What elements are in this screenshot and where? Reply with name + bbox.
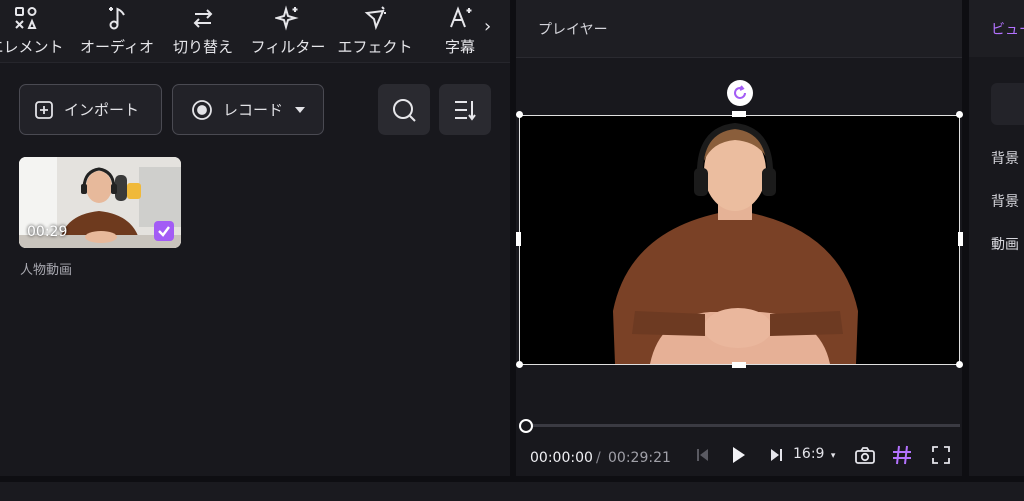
prev-frame-icon[interactable]: [696, 444, 710, 466]
resize-handle[interactable]: [516, 232, 521, 246]
caret-down-icon: ▾: [830, 451, 836, 461]
filter-icon: [243, 5, 333, 31]
tab-transition[interactable]: 切り替え: [164, 0, 242, 62]
playback-timeline[interactable]: [524, 424, 960, 427]
media-toolbar: エレメント オーディオ 切り替え フィルター: [0, 0, 510, 63]
checkmark-icon[interactable]: [154, 221, 174, 241]
import-button[interactable]: インポート: [19, 84, 162, 135]
resize-handle[interactable]: [956, 361, 963, 368]
grid-icon[interactable]: [891, 444, 913, 466]
person-video-frame: [520, 116, 959, 364]
resize-handle[interactable]: [958, 232, 963, 246]
next-frame-icon[interactable]: [769, 444, 783, 466]
player-panel: プレイヤー 00:00:00 / 00:29:21 16:9 ▾: [516, 0, 963, 476]
record-label: レコード: [223, 101, 284, 119]
tab-text[interactable]: 字幕: [434, 0, 486, 62]
total-time: 00:29:21: [608, 450, 671, 466]
audio-icon: [72, 5, 162, 31]
tab-text-label: 字幕: [444, 38, 475, 56]
media-clip-thumbnail[interactable]: 00:29: [19, 157, 181, 248]
properties-header: ビュー: [969, 0, 1024, 57]
resize-handle[interactable]: [732, 362, 746, 368]
clip-duration: 00:29: [27, 224, 68, 240]
camera-icon[interactable]: [854, 444, 876, 466]
chevron-right-icon[interactable]: ›: [484, 16, 491, 37]
sort-icon: [452, 98, 478, 122]
playhead[interactable]: [519, 419, 533, 433]
current-time: 00:00:00: [530, 450, 593, 466]
tab-filter[interactable]: フィルター: [243, 0, 333, 62]
properties-panel: ビュー 背景 背景 動画: [969, 0, 1024, 476]
aspect-ratio-select[interactable]: 16:9 ▾: [793, 446, 835, 462]
property-label: 背景: [991, 194, 1019, 210]
text-icon: [434, 5, 486, 31]
resize-handle[interactable]: [956, 111, 963, 118]
tab-transition-label: 切り替え: [172, 38, 233, 56]
search-icon: [391, 97, 417, 123]
transition-icon: [164, 5, 242, 31]
record-button[interactable]: レコード: [172, 84, 324, 135]
clip-name: 人物動画: [20, 263, 73, 278]
preview-canvas[interactable]: [519, 115, 960, 365]
import-label: インポート: [64, 101, 140, 119]
rotate-icon: [732, 85, 748, 101]
search-button[interactable]: [378, 84, 430, 135]
elements-icon: [0, 5, 72, 31]
properties-box[interactable]: [991, 83, 1024, 125]
property-label: 動画: [991, 237, 1019, 253]
tab-view[interactable]: ビュー: [991, 19, 1024, 39]
record-icon: [191, 99, 213, 121]
tab-effect-label: エフェクト: [337, 38, 413, 56]
tab-elements-label: エレメント: [0, 38, 64, 56]
resize-handle[interactable]: [516, 361, 523, 368]
player-title: プレイヤー: [538, 22, 608, 38]
tab-effect[interactable]: エフェクト: [332, 0, 418, 62]
caret-down-icon: [295, 106, 306, 113]
timeline-toolbar: [0, 482, 1024, 501]
player-header: プレイヤー: [516, 0, 962, 58]
tab-elements[interactable]: エレメント: [0, 0, 72, 62]
effect-icon: [332, 5, 418, 31]
play-icon[interactable]: [730, 444, 748, 466]
tab-filter-label: フィルター: [250, 38, 326, 56]
rotate-handle[interactable]: [727, 80, 753, 106]
plus-square-icon: [34, 100, 54, 120]
resize-handle[interactable]: [732, 111, 746, 117]
aspect-ratio-value: 16:9: [793, 446, 825, 462]
media-panel: エレメント オーディオ 切り替え フィルター: [0, 0, 510, 476]
tab-audio-label: オーディオ: [80, 38, 154, 56]
sort-button[interactable]: [439, 84, 491, 135]
time-separator: /: [596, 450, 601, 466]
property-label: 背景: [991, 151, 1019, 167]
fullscreen-icon[interactable]: [930, 444, 952, 466]
resize-handle[interactable]: [516, 111, 523, 118]
tab-audio[interactable]: オーディオ: [72, 0, 162, 62]
